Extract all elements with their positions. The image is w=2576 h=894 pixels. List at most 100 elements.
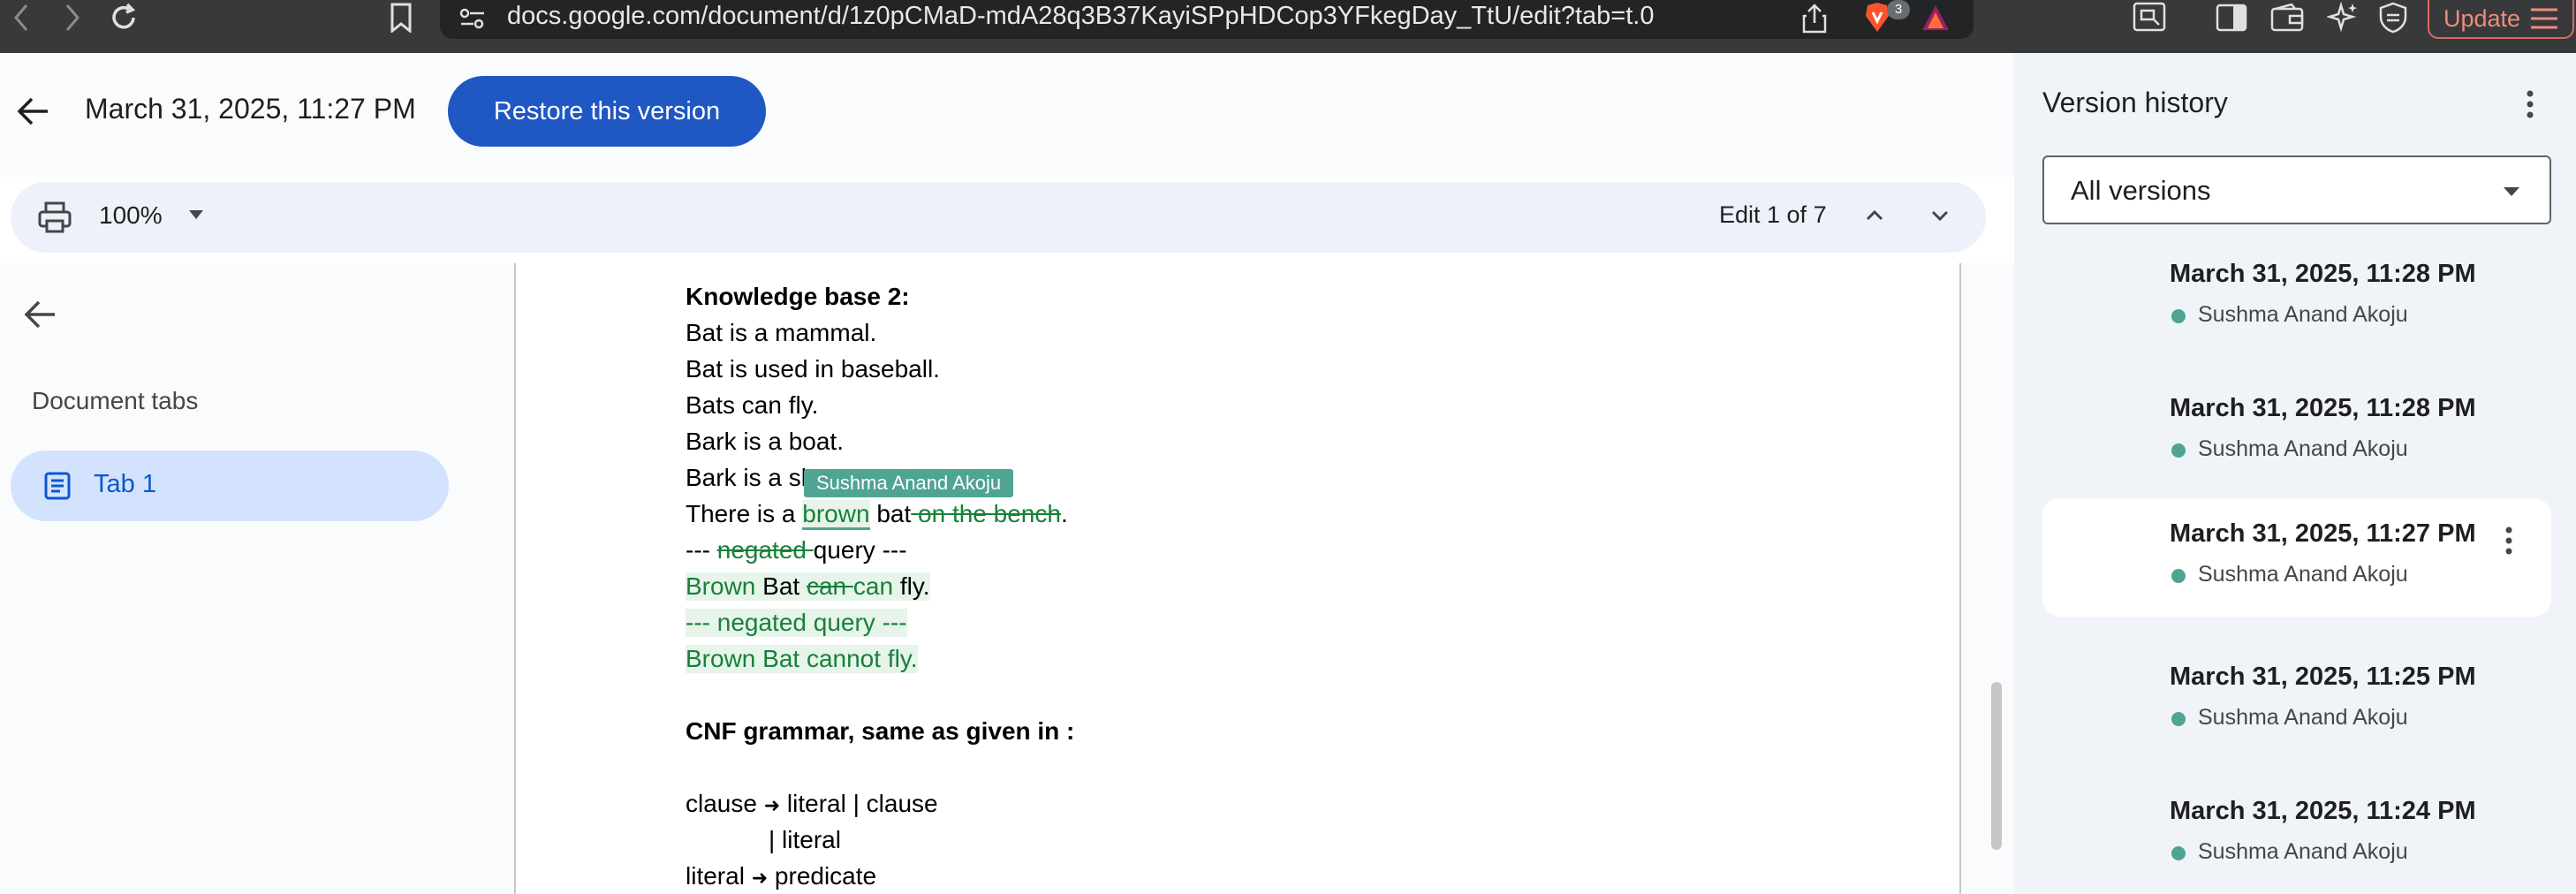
- version-title: March 31, 2025, 11:27 PM: [85, 93, 416, 125]
- version-history-title: Version history: [2042, 87, 2228, 118]
- sidebar-toggle-icon[interactable]: [2216, 4, 2247, 32]
- leo-ai-icon[interactable]: [2327, 2, 2359, 34]
- more-options-icon[interactable]: [2523, 88, 2537, 120]
- menu-icon: [2531, 8, 2558, 29]
- doc-line: clause ➜ literal | clause: [686, 790, 938, 818]
- version-item[interactable]: March 31, 2025, 11:25 PM Sushma Anand Ak…: [2042, 641, 2551, 760]
- doc-line-inserted: Brown Bat cannot fly.: [686, 645, 918, 673]
- version-author: Sushma Anand Akoju: [2198, 302, 2408, 327]
- version-more-icon[interactable]: [2502, 525, 2516, 557]
- browser-forward-icon[interactable]: [55, 0, 90, 35]
- doc-line: CNF grammar, same as given in :: [686, 717, 1075, 745]
- text-run: query ---: [813, 536, 907, 564]
- next-edit-icon[interactable]: [1924, 200, 1956, 231]
- author-color-dot: [2171, 309, 2186, 323]
- text-run: clause: [686, 790, 764, 817]
- text-run: ---: [686, 536, 717, 564]
- browser-back-icon[interactable]: [4, 0, 39, 35]
- version-author: Sushma Anand Akoju: [2198, 839, 2408, 864]
- edit-counter: Edit 1 of 7: [1719, 201, 1827, 228]
- close-tabs-panel-icon[interactable]: [23, 299, 58, 330]
- author-color-dot: [2171, 846, 2186, 860]
- tab-item-tab-1[interactable]: Tab 1: [11, 451, 449, 521]
- brave-rewards-icon[interactable]: [1921, 4, 1951, 32]
- doc-line: Knowledge base 2:: [686, 283, 910, 310]
- version-timestamp: March 31, 2025, 11:24 PM: [2170, 797, 2476, 825]
- version-header: March 31, 2025, 11:27 PM Restore this ve…: [0, 53, 2014, 177]
- doc-line: literal ➜ predicate: [686, 862, 876, 890]
- doc-line: Bark is a sl: [686, 464, 807, 491]
- version-timestamp: March 31, 2025, 11:28 PM: [2170, 394, 2476, 422]
- doc-line-inserted: --- negated query ---: [686, 609, 907, 637]
- version-item[interactable]: March 31, 2025, 11:24 PM Sushma Anand Ak…: [2042, 776, 2551, 894]
- zoom-dropdown-icon[interactable]: [187, 208, 205, 221]
- inserted-text: can: [852, 572, 894, 600]
- shields-count-badge: 3: [1887, 0, 1910, 19]
- text-run: .: [1060, 500, 1068, 527]
- back-arrow-icon[interactable]: [16, 95, 51, 127]
- author-flag: Sushma Anand Akoju: [804, 469, 1014, 497]
- doc-line: Bark is a boat.: [686, 428, 844, 455]
- update-button[interactable]: Update: [2428, 0, 2574, 39]
- restore-version-button[interactable]: Restore this version: [448, 76, 766, 147]
- text-run: fly.: [893, 572, 930, 600]
- document-scrollbar[interactable]: [1991, 682, 2002, 850]
- text-run: literal | clause: [780, 790, 938, 817]
- arrow-glyph: ➜: [751, 867, 769, 889]
- doc-line: Bats can fly.: [686, 391, 819, 419]
- document-icon: [44, 472, 71, 500]
- doc-line-edited: Brown Bat can can fly.: [686, 572, 930, 601]
- site-settings-icon[interactable]: [458, 5, 488, 32]
- version-timestamp: March 31, 2025, 11:25 PM: [2170, 663, 2476, 691]
- zoom-level[interactable]: 100%: [99, 201, 163, 230]
- version-item[interactable]: March 31, 2025, 11:28 PM Sushma Anand Ak…: [2042, 373, 2551, 491]
- doc-toolbar: 100% Edit 1 of 7: [11, 182, 1986, 253]
- text-run: literal: [686, 862, 752, 890]
- version-item-selected[interactable]: March 31, 2025, 11:27 PM Sushma Anand Ak…: [2042, 498, 2551, 617]
- author-color-dot: [2171, 569, 2186, 583]
- reload-icon[interactable]: [104, 0, 143, 35]
- doc-line: Bat is a mammal.: [686, 319, 877, 346]
- document-page[interactable]: Knowledge base 2: Bat is a mammal. Bat i…: [514, 263, 1961, 894]
- share-icon[interactable]: [1802, 4, 1827, 34]
- text-run: There is a: [686, 500, 803, 527]
- author-color-dot: [2171, 443, 2186, 458]
- previous-edit-icon[interactable]: [1859, 200, 1890, 231]
- inserted-text: brown: [802, 500, 870, 530]
- version-author: Sushma Anand Akoju: [2198, 562, 2408, 587]
- update-label: Update: [2443, 4, 2521, 32]
- deleted-text: on the bench: [911, 500, 1061, 527]
- version-timestamp: March 31, 2025, 11:28 PM: [2170, 260, 2476, 288]
- tab-label: Tab 1: [94, 470, 156, 498]
- doc-line-edited: There is a brown bat on the bench.: [686, 500, 1068, 530]
- text-run: predicate: [768, 862, 877, 890]
- reader-mode-icon[interactable]: [2133, 2, 2166, 32]
- text-run: bat: [869, 500, 912, 527]
- version-timestamp: March 31, 2025, 11:27 PM: [2170, 519, 2476, 548]
- arrow-glyph: ➜: [763, 794, 781, 816]
- version-item[interactable]: March 31, 2025, 11:28 PM Sushma Anand Ak…: [2042, 239, 2551, 357]
- version-history-panel: Version history All versions March 31, 2…: [2014, 53, 2576, 894]
- address-bar[interactable]: docs.google.com/document/d/1z0pCMaD-mdA2…: [440, 0, 1974, 39]
- text-run: Bat: [755, 572, 807, 600]
- print-icon[interactable]: [37, 200, 72, 235]
- vpn-shield-icon[interactable]: [2378, 2, 2408, 34]
- dropdown-caret-icon: [2502, 186, 2521, 198]
- doc-line: Bat is used in baseball.: [686, 355, 940, 383]
- deleted-text: can: [806, 572, 853, 600]
- doc-line-edited: --- negated query ---: [686, 536, 907, 564]
- inserted-text: Brown: [686, 572, 756, 600]
- version-filter-value: All versions: [2071, 175, 2211, 206]
- deleted-text: negated: [716, 536, 814, 564]
- wallet-icon[interactable]: [2270, 4, 2304, 32]
- version-filter-select[interactable]: All versions: [2042, 155, 2551, 224]
- url-text[interactable]: docs.google.com/document/d/1z0pCMaD-mdA2…: [507, 2, 1654, 31]
- author-color-dot: [2171, 712, 2186, 726]
- version-author: Sushma Anand Akoju: [2198, 436, 2408, 461]
- document-tabs-title: Document tabs: [32, 387, 199, 414]
- bookmark-icon[interactable]: [383, 0, 419, 35]
- version-author: Sushma Anand Akoju: [2198, 705, 2408, 730]
- doc-line: | literal: [769, 826, 841, 853]
- browser-toolbar: docs.google.com/document/d/1z0pCMaD-mdA2…: [0, 0, 2576, 53]
- document-tabs-panel: Document tabs Tab 1: [0, 263, 512, 894]
